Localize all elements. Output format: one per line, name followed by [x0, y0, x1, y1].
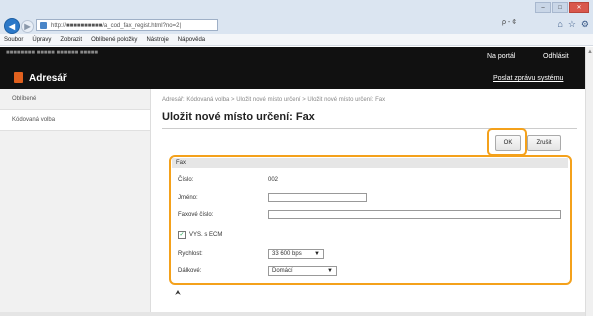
portal-link[interactable]: Na portál — [487, 53, 515, 60]
chevron-down-icon: ▼ — [314, 251, 320, 257]
distance-select[interactable]: Domácí ▼ — [268, 266, 337, 276]
close-button[interactable]: ✕ — [569, 2, 589, 13]
name-field[interactable] — [268, 193, 367, 202]
form-highlight — [169, 155, 572, 285]
app-header: ■■■■■■■■ ■■■■■ ■■■■■■ ■■■■■ Adresář Na p… — [0, 47, 585, 89]
host-label: ■■■■■■■■ ■■■■■ ■■■■■■ ■■■■■ — [6, 50, 98, 56]
arrow-right-icon: ▶ — [24, 22, 31, 31]
fax-section-header: Fax — [172, 158, 568, 168]
name-label: Jméno: — [178, 195, 198, 201]
browser-menu-bar: Soubor Úpravy Zobrazit Oblíbené položky … — [0, 34, 593, 46]
system-report-link[interactable]: Poslat zprávu systému — [493, 75, 563, 82]
number-value: 002 — [268, 177, 279, 183]
address-text: http://■■■■■■■■■■/a_cod_fax_regist.html?… — [51, 23, 182, 29]
back-to-top-icon[interactable]: ⮝ — [175, 290, 181, 298]
page-footer-strip — [0, 312, 585, 316]
chevron-down-icon: ▼ — [327, 268, 333, 274]
menu-file[interactable]: Soubor — [4, 37, 23, 43]
page-title: Uložit nové místo určení: Fax — [162, 111, 315, 123]
breadcrumb: Adresář: Kódovaná volba > Uložit nové mí… — [162, 97, 386, 103]
cancel-button[interactable]: Zrušit — [527, 135, 561, 151]
distance-label: Dálkové: — [178, 268, 202, 274]
speed-select[interactable]: 33 600 bps ▼ — [268, 249, 324, 259]
sidebar-item-favorites[interactable]: Oblíbené — [0, 89, 150, 110]
window-controls: – □ ✕ — [535, 2, 589, 13]
number-label: Číslo: — [178, 177, 194, 183]
menu-help[interactable]: Nápověda — [178, 37, 205, 43]
address-tools[interactable]: ρ - ¢ — [502, 19, 516, 26]
speed-value: 33 600 bps — [272, 251, 302, 257]
minimize-button[interactable]: – — [535, 2, 551, 13]
ok-button[interactable]: OK — [495, 135, 521, 151]
menu-favorites[interactable]: Oblíbené položky — [91, 37, 137, 43]
scroll-up-icon[interactable]: ▲ — [587, 49, 593, 55]
ecm-checkbox[interactable]: ✓ — [178, 231, 186, 239]
browser-toolbar: – □ ✕ ◀ ▶ http://■■■■■■■■■■/a_cod_fax_re… — [0, 0, 593, 34]
address-book-icon — [14, 72, 23, 83]
fax-number-label: Faxové číslo: — [178, 212, 214, 218]
maximize-button[interactable]: □ — [552, 2, 568, 13]
sidebar: Oblíbené Kódovaná volba — [0, 89, 151, 316]
speed-label: Rychlost: — [178, 251, 203, 257]
distance-value: Domácí — [272, 268, 293, 274]
forward-button[interactable]: ▶ — [21, 20, 34, 33]
menu-tools[interactable]: Nástroje — [146, 37, 168, 43]
ecm-label: VYS. s ECM — [189, 232, 223, 238]
sidebar-item-coded-dial[interactable]: Kódovaná volba — [0, 110, 150, 131]
menu-edit[interactable]: Úpravy — [32, 37, 51, 43]
favorites-star-icon[interactable]: ☆ — [568, 19, 576, 30]
menu-view[interactable]: Zobrazit — [60, 37, 82, 43]
arrow-left-icon: ◀ — [8, 21, 16, 31]
page-scrollbar[interactable]: ▲ — [585, 47, 593, 316]
logout-link[interactable]: Odhlásit — [543, 53, 569, 60]
settings-gear-icon[interactable]: ⚙ — [581, 19, 589, 30]
fax-number-field[interactable] — [268, 210, 561, 219]
home-icon[interactable]: ⌂ — [557, 19, 562, 30]
page-favicon-icon — [40, 22, 47, 29]
ecm-option[interactable]: ✓ VYS. s ECM — [178, 231, 222, 239]
address-bar[interactable]: http://■■■■■■■■■■/a_cod_fax_regist.html?… — [36, 19, 218, 31]
browser-icons: ⌂ ☆ ⚙ — [557, 19, 589, 30]
page-heading: Adresář — [29, 73, 67, 84]
back-button[interactable]: ◀ — [4, 18, 20, 34]
